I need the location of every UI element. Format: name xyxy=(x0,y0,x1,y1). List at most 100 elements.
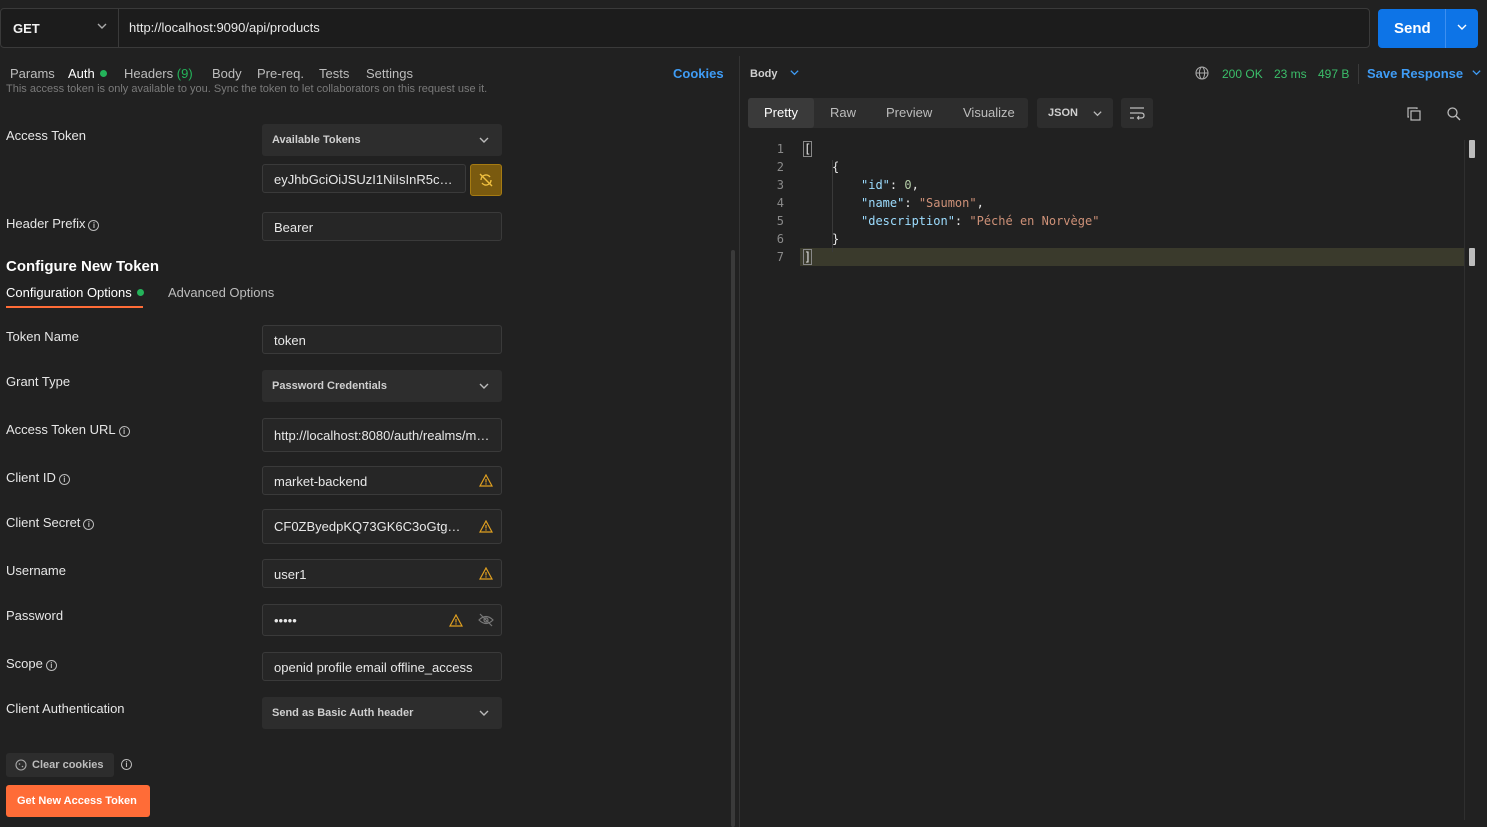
scope-label: Scope i xyxy=(6,656,57,671)
tab-params[interactable]: Params xyxy=(10,66,55,81)
tab-settings[interactable]: Settings xyxy=(366,66,413,81)
wrap-lines-button[interactable] xyxy=(1121,98,1153,128)
header-prefix-value: Bearer xyxy=(274,220,314,235)
client-secret-field[interactable]: CF0ZByedpKQ73GK6C3oGtgFjSC xyxy=(262,509,502,544)
tab-pretty[interactable]: Pretty xyxy=(748,98,814,128)
token-name-field[interactable]: token xyxy=(262,325,502,354)
code-line[interactable]: [ xyxy=(802,141,813,157)
info-icon[interactable]: i xyxy=(121,759,132,770)
info-icon[interactable]: i xyxy=(45,660,57,671)
info-icon[interactable]: i xyxy=(83,519,95,530)
token-sync-button[interactable] xyxy=(470,164,502,196)
warning-icon[interactable] xyxy=(478,519,494,536)
username-value: user1 xyxy=(274,567,307,582)
sync-off-icon xyxy=(478,172,494,191)
tab-tests[interactable]: Tests xyxy=(319,66,349,81)
config-options-label: Configuration Options xyxy=(6,285,132,300)
grant-type-value: Password Credentials xyxy=(272,380,387,392)
info-icon[interactable]: i xyxy=(58,474,70,485)
view-tabs: Pretty Raw Preview Visualize xyxy=(748,98,1028,128)
available-tokens-value: Available Tokens xyxy=(272,134,361,146)
status-dot xyxy=(99,70,107,77)
editor-scroll-marker[interactable] xyxy=(1469,248,1475,266)
client-auth-select[interactable]: Send as Basic Auth header xyxy=(262,697,502,729)
status-code[interactable]: 200 OK xyxy=(1222,67,1263,81)
token-field[interactable]: eyJhbGciOiJSUzI1NiIsInR5cCI6IkpXVCJ9 xyxy=(262,164,466,193)
tab-raw[interactable]: Raw xyxy=(830,105,856,120)
method-select[interactable]: GET xyxy=(1,9,119,47)
chevron-down-icon xyxy=(478,380,490,395)
token-notice: This access token is only available to y… xyxy=(6,83,488,95)
send-button[interactable]: Send xyxy=(1378,9,1478,48)
client-secret-label: Client Secret i xyxy=(6,515,95,530)
chevron-down-icon xyxy=(789,69,800,81)
globe-icon[interactable] xyxy=(1195,66,1209,83)
configure-title: Configure New Token xyxy=(6,258,160,275)
tab-preview[interactable]: Preview xyxy=(886,105,932,120)
status-dot xyxy=(136,289,144,296)
cookies-link[interactable]: Cookies xyxy=(673,66,724,81)
chevron-down-icon[interactable] xyxy=(1456,21,1468,36)
line-number: 3 xyxy=(776,178,784,192)
access-token-url-field[interactable]: http://localhost:8080/auth/realms/market… xyxy=(262,418,502,452)
editor-scroll-track xyxy=(1464,140,1465,820)
client-id-text: Client ID xyxy=(6,470,56,485)
username-label: Username xyxy=(6,563,66,578)
copy-icon[interactable] xyxy=(1406,106,1422,125)
eye-off-icon[interactable] xyxy=(478,613,494,630)
format-select[interactable]: JSON xyxy=(1037,98,1113,128)
scope-text: Scope xyxy=(6,656,43,671)
clear-cookies-button[interactable]: Clear cookies xyxy=(6,753,114,777)
client-id-field[interactable]: market-backend xyxy=(262,466,502,495)
url-input[interactable]: http://localhost:9090/api/products xyxy=(129,20,320,35)
line-number: 2 xyxy=(776,160,784,174)
username-field[interactable]: user1 xyxy=(262,559,502,588)
header-prefix-label: Header Prefix i xyxy=(6,216,100,231)
access-token-label: Access Token xyxy=(6,128,86,143)
code-line[interactable]: "name": "Saumon", xyxy=(861,196,984,210)
save-response-button[interactable]: Save Response xyxy=(1367,66,1482,81)
tab-prereq[interactable]: Pre-req. xyxy=(257,66,304,81)
warning-icon[interactable] xyxy=(478,473,494,490)
tab-visualize[interactable]: Visualize xyxy=(963,105,1015,120)
available-tokens-select[interactable]: Available Tokens xyxy=(262,124,502,156)
json-value: 0 xyxy=(904,178,912,192)
tab-body[interactable]: Body xyxy=(212,66,242,81)
password-field[interactable]: ••••• xyxy=(262,604,502,636)
tab-auth-label: Auth xyxy=(68,66,95,81)
warning-icon[interactable] xyxy=(478,566,494,583)
tab-headers[interactable]: Headers (9) xyxy=(124,66,193,81)
left-scrollbar[interactable] xyxy=(731,250,735,827)
tab-advanced-options[interactable]: Advanced Options xyxy=(168,285,274,300)
body-label: Body xyxy=(750,68,778,80)
code-line[interactable]: { xyxy=(832,160,839,174)
response-size[interactable]: 497 B xyxy=(1318,67,1349,81)
header-prefix-text: Header Prefix xyxy=(6,216,86,231)
current-line-highlight xyxy=(800,248,1465,266)
line-number: 6 xyxy=(776,232,784,246)
code-line[interactable]: "description": "Péché en Norvège" xyxy=(861,214,1099,228)
tab-auth[interactable]: Auth xyxy=(68,66,107,81)
info-icon[interactable]: i xyxy=(118,426,130,437)
editor-scroll-marker[interactable] xyxy=(1469,140,1475,158)
cookie-icon xyxy=(15,759,27,774)
grant-type-select[interactable]: Password Credentials xyxy=(262,370,502,402)
response-body-dropdown[interactable]: Body xyxy=(750,67,800,81)
warning-icon[interactable] xyxy=(448,613,464,630)
response-time[interactable]: 23 ms xyxy=(1274,67,1307,81)
scope-field[interactable]: openid profile email offline_access xyxy=(262,652,502,681)
code-line[interactable]: ] xyxy=(802,249,813,265)
token-name-label: Token Name xyxy=(6,329,79,344)
pane-divider[interactable] xyxy=(739,56,740,827)
tab-configuration-options[interactable]: Configuration Options xyxy=(6,285,144,300)
code-line[interactable]: } xyxy=(832,232,839,246)
json-key: "name" xyxy=(861,196,905,210)
client-secret-text: Client Secret xyxy=(6,515,81,530)
code-line[interactable]: "id": 0, xyxy=(861,178,919,192)
search-icon[interactable] xyxy=(1446,106,1462,125)
header-prefix-field[interactable]: Bearer xyxy=(262,212,502,241)
access-token-url-text: Access Token URL xyxy=(6,422,116,437)
token-name-value: token xyxy=(274,333,306,348)
get-new-access-token-button[interactable]: Get New Access Token xyxy=(6,785,150,817)
info-icon[interactable]: i xyxy=(88,220,100,231)
